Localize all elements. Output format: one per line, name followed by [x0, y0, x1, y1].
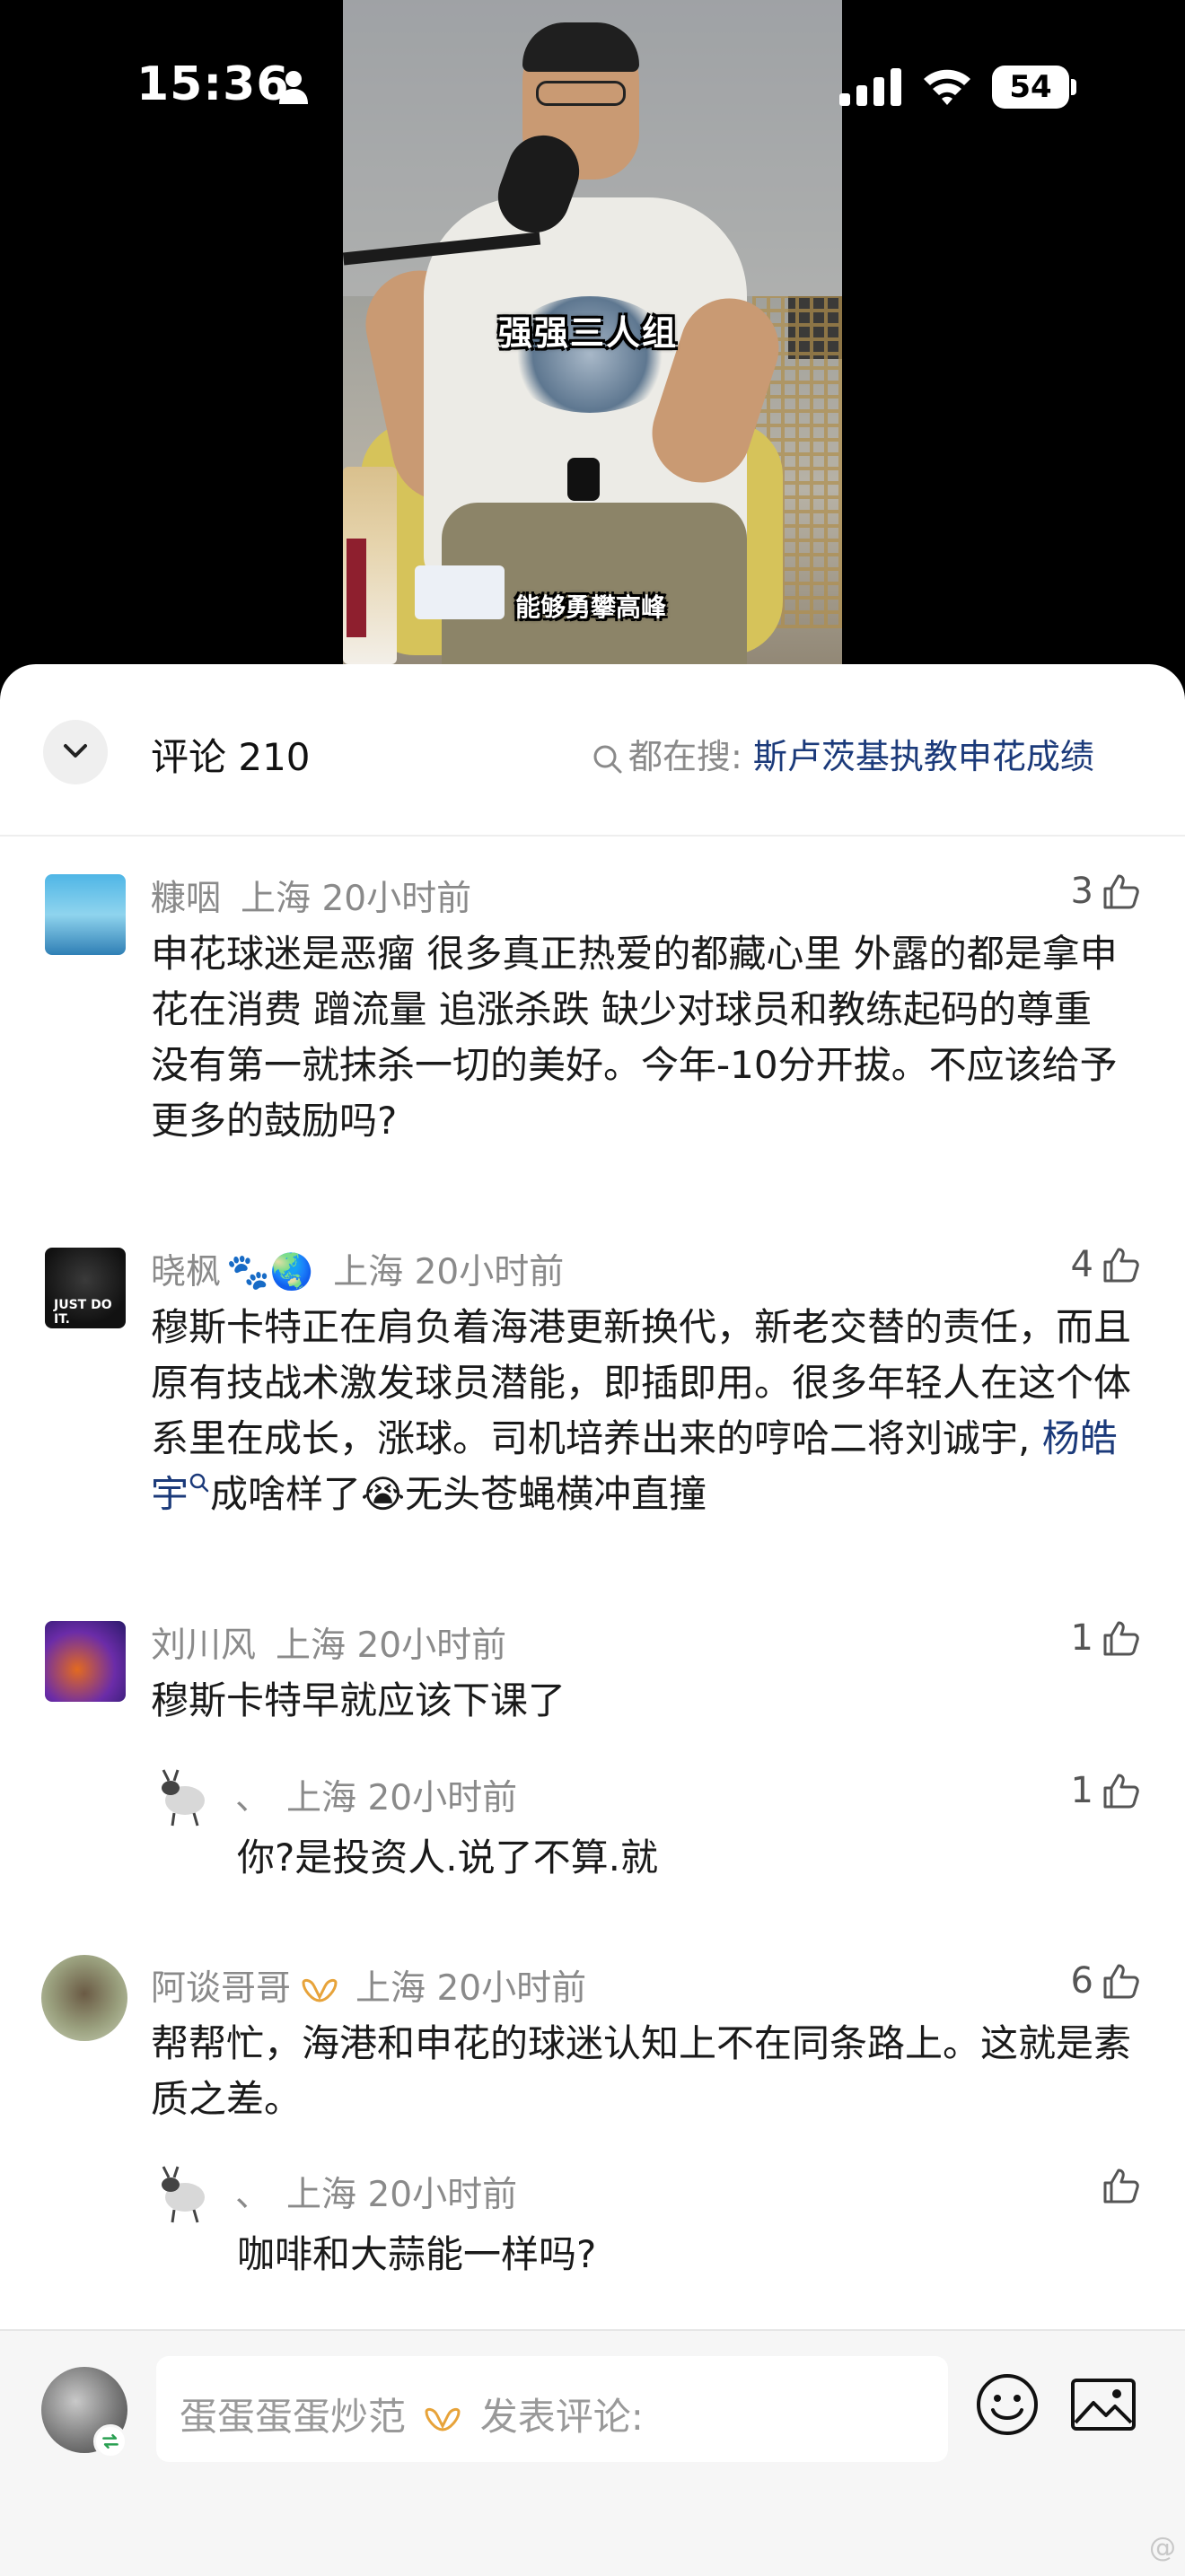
input-placeholder: 蛋蛋蛋蛋炒范 发表评论:	[180, 2387, 644, 2441]
like-count: 1	[1070, 1617, 1093, 1659]
like-count: 1	[1070, 1770, 1093, 1811]
comment-text: 帮帮忙，海港和申花的球迷认知上不在同条路上。这就是素质之差。	[151, 2021, 1132, 2121]
thumbs-up-icon	[1103, 874, 1139, 909]
avatar[interactable]: JUST DO IT.	[45, 1248, 126, 1328]
clip-device	[567, 458, 600, 501]
goat-avatar[interactable]	[151, 2161, 215, 2226]
tissue-box	[415, 565, 505, 619]
emoji-icon[interactable]	[975, 2372, 1040, 2437]
comment-location: 上海	[276, 1625, 347, 1666]
input-placeholder-text: 发表评论:	[479, 2395, 644, 2439]
input-username: 蛋蛋蛋蛋炒范	[180, 2395, 407, 2439]
battery-cap	[1071, 79, 1076, 95]
battery-icon: 54	[992, 66, 1069, 109]
search-icon	[189, 1473, 209, 1493]
video-subtitle: 能够勇攀高峰	[515, 592, 667, 622]
comment-meta: 刘川风 上海 20小时前	[151, 1617, 506, 1668]
status-time: 15:36	[136, 57, 290, 111]
comment-location: 上海	[333, 1252, 404, 1292]
like-button[interactable]: 1	[1071, 1770, 1140, 1811]
reply-username[interactable]: 、	[235, 2175, 270, 2215]
comment-meta: 阿谈哥哥 上海 20小时前	[151, 1960, 586, 2011]
reply-location: 上海	[286, 1778, 357, 1818]
thumbs-up-icon	[1103, 1774, 1139, 1809]
signal-icon	[839, 68, 901, 106]
comment-text: 穆斯卡特早就应该下课了	[151, 1678, 566, 1722]
avatar[interactable]	[41, 1955, 127, 2041]
avatar-logo-text: JUST DO IT.	[54, 1298, 112, 1327]
search-term[interactable]: 斯卢茨基执教申花成绩	[753, 737, 1094, 776]
reply-meta: 、上海 20小时前	[235, 2167, 517, 2217]
status-bar: 15:36 54	[0, 0, 1185, 180]
user-badges: 🐾🌏	[226, 1252, 314, 1292]
coffee-cup-logo	[347, 539, 366, 637]
like-button[interactable]: 3	[1071, 871, 1140, 912]
comment-input-bar: 蛋蛋蛋蛋炒范 发表评论: @	[0, 2329, 1185, 2576]
comment-username[interactable]: 晓枫	[151, 1252, 221, 1292]
like-count: 6	[1070, 1960, 1093, 2002]
comment-time: 20小时前	[436, 1968, 587, 2009]
reply-location: 上海	[286, 2175, 357, 2215]
wifi-icon	[924, 69, 970, 105]
comment-time: 20小时前	[321, 879, 472, 919]
like-button[interactable]: 6	[1071, 1960, 1140, 2002]
comment-meta: 晓枫 🐾🌏 上海 20小时前	[151, 1244, 564, 1294]
avatar[interactable]	[45, 874, 126, 955]
vip-badge-icon	[425, 2407, 461, 2431]
reply-username[interactable]: 、	[235, 1778, 270, 1818]
like-button[interactable]: 4	[1071, 1244, 1140, 1285]
thumbs-up-icon	[1103, 1248, 1139, 1283]
reply-meta: 、上海 20小时前	[235, 1770, 517, 1820]
like-button[interactable]	[1093, 2167, 1140, 2204]
thumbs-up-icon	[1103, 1964, 1139, 1999]
comment-text-part: 成啥样了😭无头苍蝇横冲直撞	[210, 1472, 707, 1516]
reply-time: 20小时前	[367, 1778, 518, 1818]
comment-username[interactable]: 糠咽	[151, 879, 221, 919]
reply-text: 你?是投资人.说了不算.就	[237, 1836, 658, 1879]
chevron-down-icon	[64, 744, 87, 758]
search-icon	[593, 745, 622, 773]
comment-meta: 糠咽 上海 20小时前	[151, 871, 471, 921]
switch-account-icon[interactable]	[93, 2424, 127, 2458]
comments-count-title: 评论 210	[151, 735, 311, 779]
comment-username[interactable]: 阿谈哥哥	[151, 1968, 291, 2009]
reply-text: 咖啡和大蒜能一样吗?	[237, 2232, 597, 2276]
comments-header: 评论 210 都在搜: 斯卢茨基执教申花成绩	[0, 664, 1185, 837]
comment-location: 上海	[241, 879, 312, 919]
like-button[interactable]: 1	[1071, 1617, 1140, 1659]
trending-search-link[interactable]: 都在搜: 斯卢茨基执教申花成绩	[592, 729, 1094, 778]
comment-text: 穆斯卡特正在肩负着海港更新换代，新老交替的责任，而且原有技战术激发球员潜能，即插…	[151, 1300, 1138, 1522]
comment-text-part: 穆斯卡特正在肩负着海港更新换代，新老交替的责任，而且原有技战术激发球员潜能，即插…	[151, 1305, 1132, 1460]
comment-username[interactable]: 刘川风	[151, 1625, 256, 1666]
image-icon[interactable]	[1070, 2378, 1137, 2431]
thumbs-up-icon	[1103, 2169, 1139, 2204]
comment-location: 上海	[356, 1968, 426, 2009]
divider	[0, 835, 1185, 837]
person-icon	[279, 71, 308, 104]
watermark: @	[1149, 2532, 1176, 2563]
collapse-button[interactable]	[43, 720, 108, 784]
comment-input[interactable]: 蛋蛋蛋蛋炒范 发表评论:	[156, 2356, 948, 2462]
like-count: 4	[1070, 1244, 1093, 1285]
video-caption: 强强三人组	[498, 313, 679, 353]
goat-avatar[interactable]	[151, 1765, 215, 1829]
comment-text: 申花球迷是恶瘤 很多真正热爱的都藏心里 外露的都是拿申花在消费 蹭流量 追涨杀跌…	[151, 932, 1118, 1143]
reply-time: 20小时前	[367, 2175, 518, 2215]
comment-time: 20小时前	[356, 1625, 507, 1666]
avatar[interactable]	[45, 1621, 126, 1702]
comment-time: 20小时前	[414, 1252, 565, 1292]
comments-sheet: 评论 210 都在搜: 斯卢茨基执教申花成绩 糠咽 上海 20小时前 3 申花球迷…	[0, 664, 1185, 2574]
like-count: 3	[1070, 871, 1093, 912]
thumbs-up-icon	[1103, 1621, 1139, 1656]
vip-badge-icon	[302, 1978, 338, 2002]
search-prefix: 都在搜:	[628, 737, 742, 776]
